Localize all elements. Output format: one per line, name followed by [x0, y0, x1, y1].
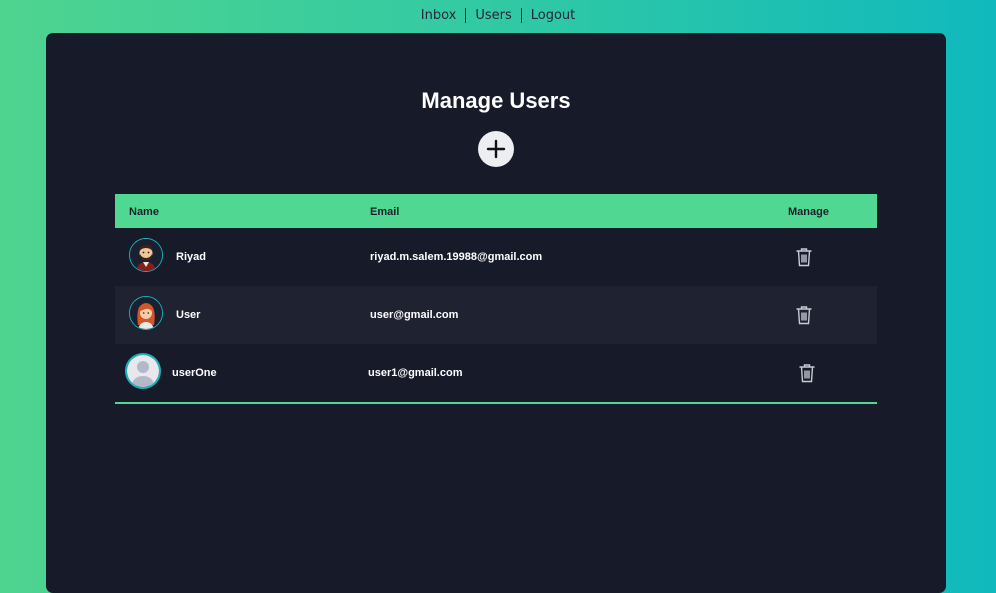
user-email: user@gmail.com: [370, 309, 459, 321]
trash-icon: [799, 364, 815, 383]
default-user-avatar: [125, 353, 161, 389]
table-row: User user@gmail.com: [115, 286, 877, 344]
nav-logout-link[interactable]: Logout: [520, 7, 585, 23]
trash-icon: [796, 306, 812, 325]
nav-inbox-link[interactable]: Inbox: [412, 8, 466, 23]
nav-users-link[interactable]: Users: [465, 7, 520, 23]
user-name: Riyad: [176, 251, 206, 263]
add-user-button[interactable]: [478, 131, 514, 167]
column-header-email: Email: [370, 206, 400, 218]
user-name: User: [176, 309, 201, 321]
bearded-man-avatar: [129, 238, 163, 272]
table-bottom-border: [115, 402, 877, 404]
table-row: userOne user1@gmail.com: [115, 344, 877, 402]
table-header: Name Email Manage: [115, 194, 877, 228]
users-table: Name Email Manage Riyad riyad.m.salem.19: [115, 194, 877, 404]
user-email: riyad.m.salem.19988@gmail.com: [370, 251, 543, 263]
top-nav: Inbox Users Logout: [0, 0, 996, 30]
delete-user-button[interactable]: [795, 247, 813, 267]
trash-icon: [796, 248, 812, 267]
plus-icon: [486, 139, 506, 159]
main-panel: Manage Users Name Email Manage Riyad riy…: [46, 33, 946, 593]
page-title: Manage Users: [421, 88, 571, 113]
user-name: userOne: [172, 367, 217, 379]
delete-user-button[interactable]: [798, 363, 816, 383]
delete-user-button[interactable]: [795, 305, 813, 325]
user-email: user1@gmail.com: [368, 367, 463, 379]
column-header-manage: Manage: [788, 206, 829, 218]
table-row: Riyad riyad.m.salem.19988@gmail.com: [115, 228, 877, 286]
red-haired-woman-avatar: [129, 296, 163, 330]
column-header-name: Name: [129, 206, 159, 218]
